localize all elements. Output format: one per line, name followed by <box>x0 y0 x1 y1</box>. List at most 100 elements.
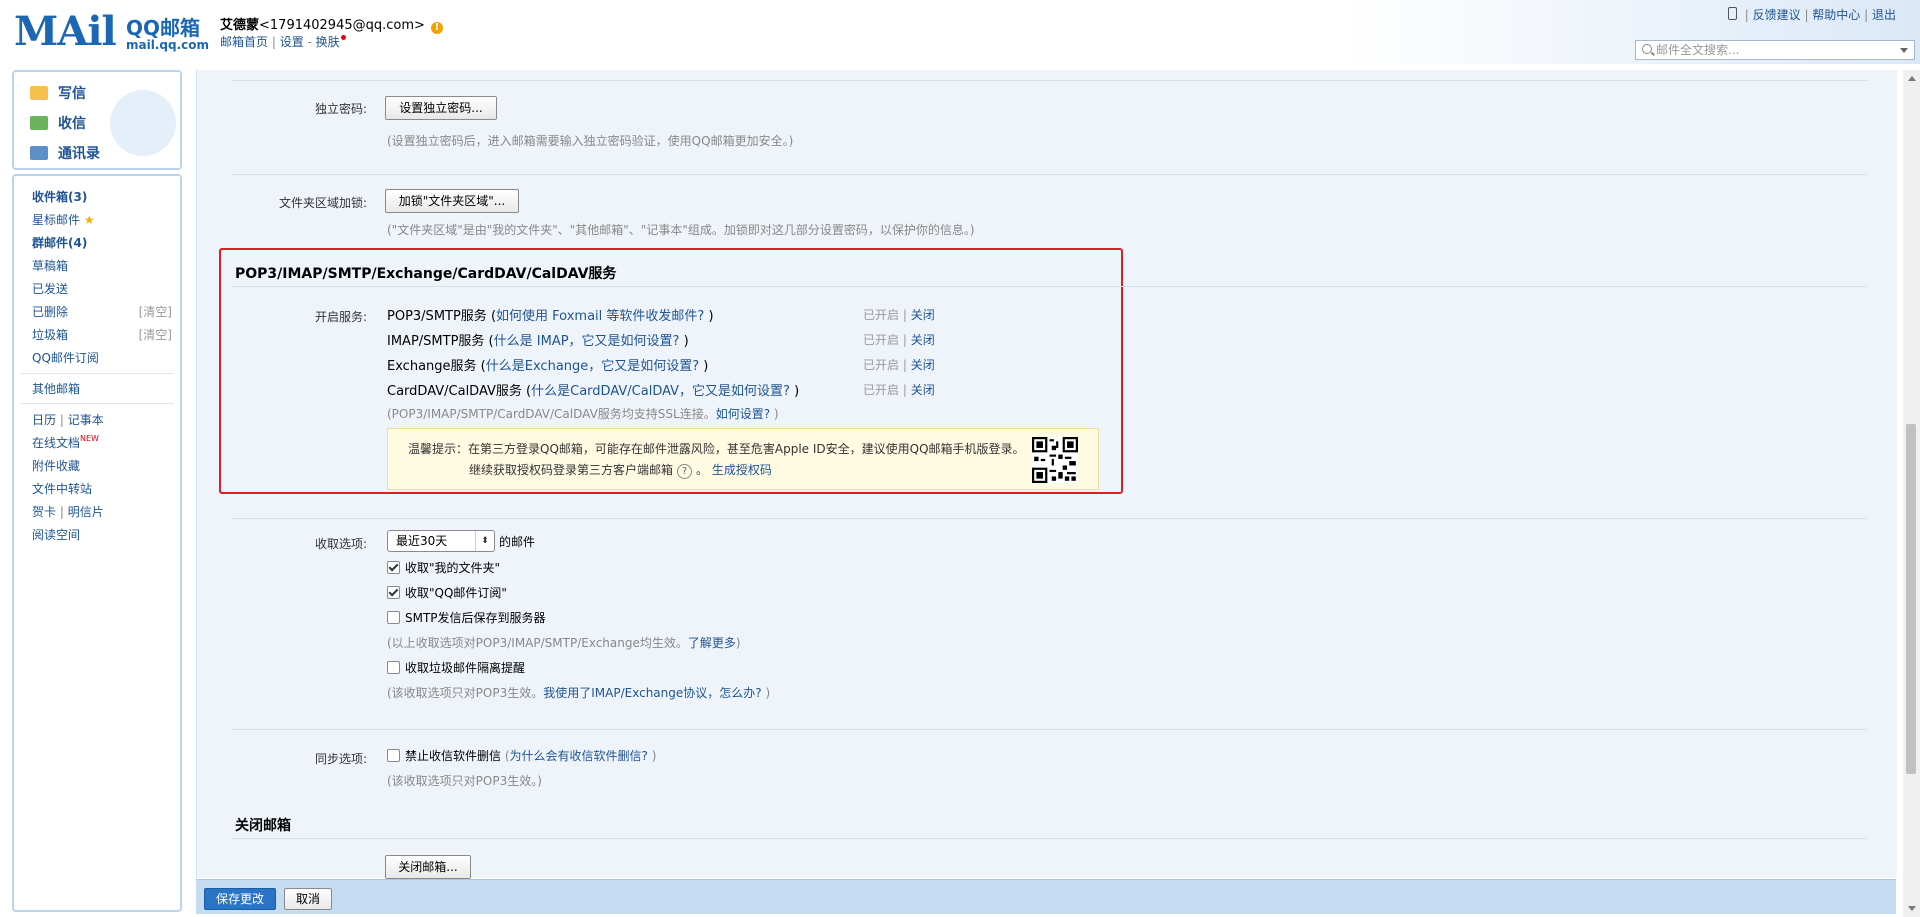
sidebar-item-deleted[interactable]: 已删除 <box>32 303 68 320</box>
calendar-link[interactable]: 日历 <box>32 413 56 427</box>
receive-label: 收信 <box>58 116 86 132</box>
sidebar-item-sent[interactable]: 已发送 <box>32 280 68 297</box>
receive-icon <box>30 116 48 130</box>
scroll-up-icon[interactable] <box>1908 76 1916 81</box>
checkbox-unchecked[interactable] <box>387 611 400 624</box>
learn-more-link[interactable]: 了解更多 <box>688 636 736 650</box>
help-icon[interactable]: ? <box>677 464 693 479</box>
service-help-link[interactable]: 什么是Exchange，它又是如何设置? <box>486 359 699 374</box>
note-text: (该收取选项只对POP3生效。 <box>387 686 544 700</box>
service-carddav-caldav: CardDAV/CalDAV服务 (什么是CardDAV/CalDAV，它又是如… <box>387 384 800 399</box>
sidebar-item-drafts[interactable]: 草稿箱 <box>32 257 68 274</box>
sidebar-item-online-docs[interactable]: 在线文档NEW <box>32 434 99 451</box>
action-bar: 保存更改 取消 <box>196 879 1896 914</box>
service-help-link[interactable]: 什么是CardDAV/CalDAV，它又是如何设置? <box>531 384 790 399</box>
sidebar-item-spam[interactable]: 垃圾箱 <box>32 326 68 343</box>
contacts-button[interactable]: 通讯录 <box>30 143 100 165</box>
settings-main: 独立密码: 设置独立密码... (设置独立密码后，进入邮箱需要输入独立密码验证，… <box>196 70 1897 879</box>
service-help-link[interactable]: 如何使用 Foxmail 等软件收发邮件? <box>496 309 704 324</box>
folder-lock-hint: ("文件夹区域"是由"我的文件夹"、"其他邮箱"、"记事本"组成。加锁即对这几部… <box>387 223 975 237</box>
settings-link[interactable]: 设置 <box>280 35 304 49</box>
close-service-link[interactable]: 关闭 <box>911 358 935 372</box>
compose-button[interactable]: 写信 <box>30 83 86 105</box>
close-service-link[interactable]: 关闭 <box>911 383 935 397</box>
compose-label: 写信 <box>58 86 86 102</box>
checkbox-checked[interactable] <box>387 586 400 599</box>
sidebar-item-other-mail[interactable]: 其他邮箱 <box>32 380 80 397</box>
generate-auth-code-link[interactable]: 生成授权码 <box>712 463 772 477</box>
service-help-link[interactable]: 什么是 IMAP，它又是如何设置? <box>494 334 680 349</box>
receive-range-value: 最近30天 <box>396 534 448 548</box>
scroll-thumb[interactable] <box>1906 424 1916 774</box>
option-no-delete[interactable]: 禁止收信软件删信 (为什么会有收信软件删信? ) <box>387 747 656 764</box>
ssl-setup-link[interactable]: 如何设置? <box>716 407 770 421</box>
checkbox-checked[interactable] <box>387 561 400 574</box>
option-label: 禁止收信软件删信 <box>405 749 502 763</box>
sidebar-item-starred[interactable]: 星标邮件 ★ <box>32 211 95 228</box>
quick-actions-panel: 写信 收信 通讯录 <box>12 70 182 170</box>
notes-link[interactable]: 记事本 <box>68 413 104 427</box>
sidebar-item-cards: 贺卡 | 明信片 <box>32 505 104 519</box>
scroll-down-icon[interactable] <box>1908 906 1916 911</box>
receive-button[interactable]: 收信 <box>30 113 86 135</box>
save-changes-button[interactable]: 保存更改 <box>204 888 276 910</box>
option-label: SMTP发信后保存到服务器 <box>405 611 546 625</box>
option-subscriptions[interactable]: 收取"QQ邮件订阅" <box>387 584 507 601</box>
clear-spam-link[interactable]: [清空] <box>139 326 172 343</box>
logout-link[interactable]: 退出 <box>1872 8 1896 22</box>
new-badge: NEW <box>80 434 99 443</box>
feedback-link[interactable]: 反馈建议 <box>1753 8 1801 22</box>
option-label: 收取垃圾邮件隔离提醒 <box>405 661 526 675</box>
option-save-smtp[interactable]: SMTP发信后保存到服务器 <box>387 609 546 626</box>
receive-options-label: 收取选项: <box>314 537 367 551</box>
greeting-card-link[interactable]: 贺卡 <box>32 505 56 519</box>
folder-lock-button[interactable]: 加锁"文件夹区域"... <box>385 189 519 213</box>
vertical-scrollbar[interactable] <box>1903 70 1920 917</box>
search-dropdown-icon[interactable] <box>1900 48 1908 53</box>
warning-icon[interactable]: ! <box>430 22 443 34</box>
search-icon[interactable] <box>1642 44 1652 54</box>
checkbox-unchecked[interactable] <box>387 661 400 674</box>
divider <box>231 80 1867 81</box>
select-arrow-icon: ⬍ <box>475 531 494 551</box>
search-input[interactable] <box>1656 42 1886 58</box>
search-box <box>1635 40 1915 60</box>
folder-lock-label: 文件夹区域加锁: <box>278 196 367 210</box>
online-docs-label: 在线文档 <box>32 436 81 450</box>
sidebar-item-attachments[interactable]: 附件收藏 <box>32 457 80 474</box>
service-name: CardDAV/CalDAV服务 <box>387 384 522 399</box>
why-delete-link[interactable]: 为什么会有收信软件删信? <box>510 749 648 763</box>
checkbox-unchecked[interactable] <box>387 749 400 762</box>
ssl-note-text: (POP3/IMAP/SMTP/CardDAV/CalDAV服务均支持SSL连接… <box>387 407 716 421</box>
close-service-link[interactable]: 关闭 <box>911 333 935 347</box>
status-text: 已开启 <box>863 308 900 322</box>
postcard-link[interactable]: 明信片 <box>68 505 104 519</box>
help-link[interactable]: 帮助中心 <box>1812 8 1860 22</box>
divider <box>20 403 174 404</box>
receive-range-select[interactable]: 最近30天 ⬍ <box>387 530 495 552</box>
cancel-button[interactable]: 取消 <box>284 888 332 910</box>
note-text: (以上收取选项对POP3/IMAP/SMTP/Exchange均生效。 <box>387 636 688 650</box>
sidebar-item-file-transfer[interactable]: 文件中转站 <box>32 480 92 497</box>
clear-deleted-link[interactable]: [清空] <box>139 303 172 320</box>
option-spam-reminder[interactable]: 收取垃圾邮件隔离提醒 <box>387 659 525 676</box>
close-service-link[interactable]: 关闭 <box>911 308 935 322</box>
service-name: IMAP/SMTP服务 <box>387 334 485 349</box>
option-my-folders[interactable]: 收取"我的文件夹" <box>387 559 500 576</box>
skin-link[interactable]: 换肤 <box>316 35 340 49</box>
mailbox-home-link[interactable]: 邮箱首页 <box>220 35 268 49</box>
divider <box>231 838 1867 839</box>
independent-password-label: 独立密码: <box>314 102 367 116</box>
sidebar-item-reading-space[interactable]: 阅读空间 <box>32 526 80 543</box>
sidebar-item-inbox[interactable]: 收件箱(3) <box>32 188 87 205</box>
close-mailbox-button[interactable]: 关闭邮箱... <box>385 855 471 879</box>
sync-note: (该收取选项只对POP3生效。) <box>387 774 542 788</box>
qq-mail-logo[interactable]: MAil QQ邮箱 mail.qq.com <box>14 10 209 54</box>
set-independent-password-button[interactable]: 设置独立密码... <box>385 96 497 120</box>
sidebar-item-subscriptions[interactable]: QQ邮件订阅 <box>32 349 99 366</box>
contacts-icon <box>30 146 48 160</box>
status-text: 已开启 <box>863 333 900 347</box>
sidebar-item-group[interactable]: 群邮件(4) <box>32 234 87 251</box>
mobile-icon[interactable] <box>1727 7 1737 20</box>
imap-exchange-help-link[interactable]: 我使用了IMAP/Exchange协议，怎么办? <box>543 686 761 700</box>
